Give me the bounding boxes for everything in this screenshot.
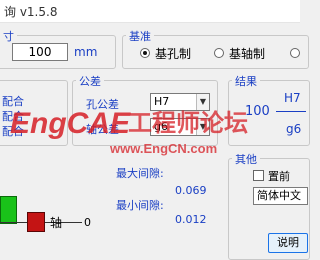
result-fraction-top: H7 <box>284 91 301 105</box>
basis-group-label: 基准 <box>126 28 154 44</box>
shaft-tolerance-select[interactable]: g6 ▼ <box>150 118 210 136</box>
hole-tolerance-select[interactable]: H7 ▼ <box>150 93 210 111</box>
fit-type-item[interactable]: 配合 <box>2 108 24 124</box>
fraction-line <box>276 111 306 112</box>
max-clearance-label: 最大间隙: <box>116 167 164 180</box>
shaft-zone-box <box>27 212 45 232</box>
window-title: 询 v1.5.8 <box>4 5 58 19</box>
basis-shaft-radio[interactable] <box>214 48 224 58</box>
max-clearance-value: 0.069 <box>175 184 207 197</box>
language-value: 简体中文 <box>257 189 301 202</box>
other-group-label: 其他 <box>232 151 260 167</box>
topmost-checkbox[interactable] <box>253 170 264 181</box>
shaft-tolerance-value: g6 <box>154 120 168 133</box>
shaft-zone-label: 轴 <box>50 216 63 230</box>
tolerance-group-label: 公差 <box>76 73 104 89</box>
dimension-input[interactable]: 100 <box>12 43 68 61</box>
chevron-down-icon[interactable]: ▼ <box>196 119 209 135</box>
min-clearance-label: 最小间隙: <box>116 199 164 212</box>
basis-hole-label[interactable]: 基孔制 <box>155 45 191 62</box>
language-select[interactable]: 简体中文 <box>253 187 308 205</box>
hole-tolerance-value: H7 <box>154 95 170 108</box>
basis-hole-radio[interactable] <box>140 48 150 58</box>
help-button-label: 说明 <box>277 236 299 249</box>
zero-line-label: 0 <box>84 216 91 229</box>
result-group-label: 结果 <box>232 73 260 89</box>
result-fraction-left: 100 <box>245 104 270 119</box>
tolerance-diagram <box>0 160 90 230</box>
chevron-down-icon[interactable]: ▼ <box>196 94 209 110</box>
result-fraction-bottom: g6 <box>286 122 302 136</box>
help-button[interactable]: 说明 <box>268 233 308 253</box>
basis-third-radio[interactable] <box>290 48 300 58</box>
shaft-tolerance-label: 轴公差 <box>86 123 119 136</box>
dimension-unit: mm <box>74 45 98 59</box>
hole-tolerance-label: 孔公差 <box>86 98 119 111</box>
basis-shaft-label[interactable]: 基轴制 <box>229 45 265 62</box>
fit-type-item[interactable]: 配合 <box>2 93 24 109</box>
dimension-group-label: 寸 <box>0 28 17 44</box>
min-clearance-value: 0.012 <box>175 213 207 226</box>
title-bar: 询 v1.5.8 <box>0 0 300 23</box>
fit-type-item[interactable]: 配合 <box>2 123 24 139</box>
hole-zone-box <box>0 196 17 224</box>
